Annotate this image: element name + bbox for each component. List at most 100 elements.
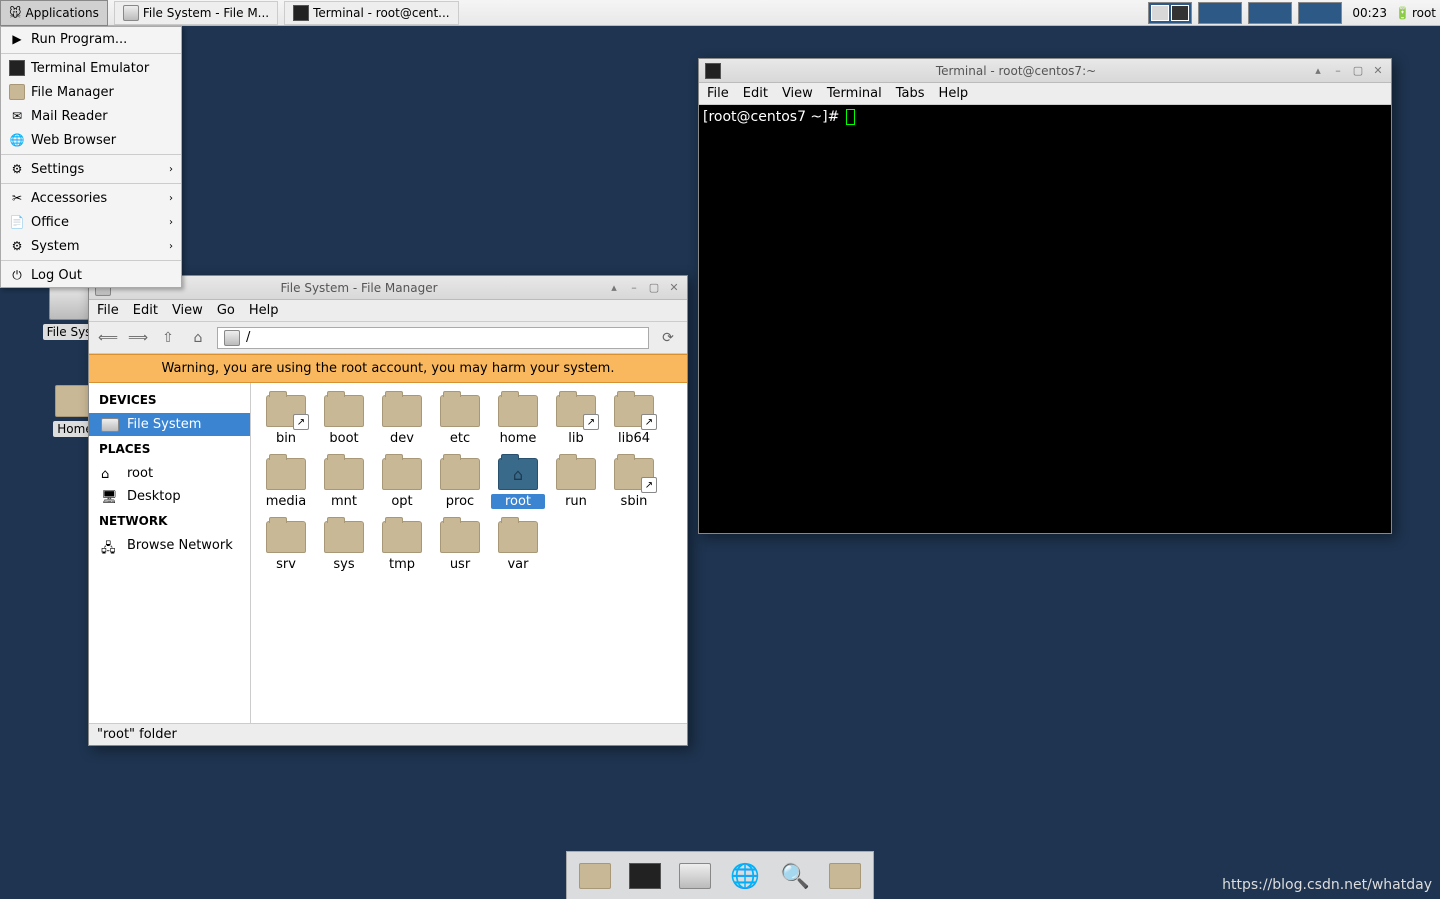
menu-office[interactable]: 📄 Office › (1, 210, 181, 234)
logout-icon: ⏻ (9, 267, 25, 283)
dock-search[interactable]: 🔍 (777, 858, 813, 894)
maximize-button[interactable]: ▢ (647, 281, 661, 295)
folder-icon (266, 458, 306, 490)
sidebar-item-desktop[interactable]: 🖥 Desktop (89, 485, 250, 508)
nav-up-button[interactable]: ⇧ (157, 327, 179, 349)
folder-var[interactable]: var (491, 517, 545, 576)
dock-drive[interactable] (677, 858, 713, 894)
term-menu-view[interactable]: View (782, 86, 813, 101)
chevron-right-icon: › (169, 164, 173, 175)
workspace-4[interactable] (1298, 2, 1342, 24)
fm-menu-go[interactable]: Go (217, 303, 235, 318)
folder-home[interactable]: home (491, 391, 545, 450)
fm-menu-file[interactable]: File (97, 303, 119, 318)
root-warning-text: Warning, you are using the root account,… (162, 361, 615, 376)
term-menu-edit[interactable]: Edit (743, 86, 768, 101)
taskbar-item-filemanager[interactable]: File System - File M... (114, 1, 278, 25)
minimize-button[interactable]: – (1331, 64, 1345, 78)
path-text: / (246, 330, 250, 345)
menu-filemgr-label: File Manager (31, 85, 114, 100)
maximize-button[interactable]: ▢ (1351, 64, 1365, 78)
folder-icon: ↗ (614, 458, 654, 490)
term-titlebar[interactable]: Terminal - root@centos7:~ ▴ – ▢ ✕ (699, 59, 1391, 83)
term-menu-help[interactable]: Help (939, 86, 969, 101)
dock-documents-folder[interactable] (577, 858, 613, 894)
path-entry[interactable]: / (217, 327, 649, 349)
menu-web-browser[interactable]: 🌐 Web Browser (1, 128, 181, 152)
home-icon: ⌂ (101, 467, 119, 481)
folder-lib[interactable]: ↗lib (549, 391, 603, 450)
nav-forward-button[interactable]: ⟹ (127, 327, 149, 349)
term-menu-terminal[interactable]: Terminal (827, 86, 882, 101)
fm-menu-edit[interactable]: Edit (133, 303, 158, 318)
nav-back-button[interactable]: ⟸ (97, 327, 119, 349)
folder-etc[interactable]: etc (433, 391, 487, 450)
folder-mnt[interactable]: mnt (317, 454, 371, 513)
user-menu[interactable]: 🔋 root (1391, 6, 1440, 20)
nav-home-button[interactable]: ⌂ (187, 327, 209, 349)
menu-log-out[interactable]: ⏻ Log Out (1, 263, 181, 287)
folder-media[interactable]: media (259, 454, 313, 513)
folder-tmp[interactable]: tmp (375, 517, 429, 576)
workspace-1[interactable] (1148, 2, 1192, 24)
dock-terminal[interactable] (627, 858, 663, 894)
menu-terminal-emulator[interactable]: Terminal Emulator (1, 56, 181, 80)
menu-file-manager[interactable]: File Manager (1, 80, 181, 104)
fm-file-grid[interactable]: ↗binbootdevetchome↗lib↗lib64mediamntoptp… (251, 383, 687, 723)
close-button[interactable]: ✕ (1371, 64, 1385, 78)
taskbar-label-2: Terminal - root@cent... (313, 6, 449, 20)
sidebar-item-root[interactable]: ⌂ root (89, 462, 250, 485)
taskbar-item-terminal[interactable]: Terminal - root@cent... (284, 1, 458, 25)
applications-menu: ▶ Run Program... Terminal Emulator File … (0, 26, 182, 288)
folder-icon (440, 458, 480, 490)
folder-lib64[interactable]: ↗lib64 (607, 391, 661, 450)
term-menu-file[interactable]: File (707, 86, 729, 101)
folder-proc[interactable]: proc (433, 454, 487, 513)
close-button[interactable]: ✕ (667, 281, 681, 295)
folder-label: lib (549, 431, 603, 446)
taskbar: File System - File M... Terminal - root@… (108, 1, 465, 25)
folder-sbin[interactable]: ↗sbin (607, 454, 661, 513)
folder-opt[interactable]: opt (375, 454, 429, 513)
workspace-3[interactable] (1248, 2, 1292, 24)
folder-usr[interactable]: usr (433, 517, 487, 576)
menu-settings[interactable]: ⚙ Settings › (1, 157, 181, 181)
menu-logout-label: Log Out (31, 268, 82, 283)
folder-run[interactable]: run (549, 454, 603, 513)
menu-mail-reader[interactable]: ✉ Mail Reader (1, 104, 181, 128)
term-menu-tabs[interactable]: Tabs (896, 86, 925, 101)
folder-label: var (491, 557, 545, 572)
bottom-dock: 🌐 🔍 (566, 851, 874, 899)
folder-boot[interactable]: boot (317, 391, 371, 450)
fm-menu-help[interactable]: Help (249, 303, 279, 318)
shade-button[interactable]: ▴ (607, 281, 621, 295)
menu-run-program[interactable]: ▶ Run Program... (1, 27, 181, 51)
clock[interactable]: 00:23 (1348, 6, 1391, 20)
sidebar-item-browse-network[interactable]: 🖧 Browse Network (89, 534, 250, 557)
terminal-content[interactable]: [root@centos7 ~]# (699, 105, 1391, 533)
minimize-button[interactable]: – (627, 281, 641, 295)
folder-bin[interactable]: ↗bin (259, 391, 313, 450)
workspace-switcher[interactable] (1142, 0, 1348, 26)
shade-button[interactable]: ▴ (1311, 64, 1325, 78)
folder-dev[interactable]: dev (375, 391, 429, 450)
folder-icon (382, 395, 422, 427)
sidebar-browse-label: Browse Network (127, 538, 233, 553)
path-icon (224, 330, 240, 346)
globe-icon: 🌐 (9, 132, 25, 148)
folder-root[interactable]: ⌂root (491, 454, 545, 513)
term-title-icon (705, 63, 721, 79)
term-menubar: File Edit View Terminal Tabs Help (699, 83, 1391, 105)
dock-web-browser[interactable]: 🌐 (727, 858, 763, 894)
folder-sys[interactable]: sys (317, 517, 371, 576)
sidebar-item-filesystem[interactable]: File System (89, 413, 250, 436)
menu-system[interactable]: ⚙ System › (1, 234, 181, 258)
dock-folder[interactable] (827, 858, 863, 894)
folder-srv[interactable]: srv (259, 517, 313, 576)
menu-accessories[interactable]: ✂ Accessories › (1, 186, 181, 210)
applications-menu-button[interactable]: 🐭 Applications (0, 0, 108, 26)
workspace-2[interactable] (1198, 2, 1242, 24)
fm-menu-view[interactable]: View (172, 303, 203, 318)
refresh-button[interactable]: ⟳ (657, 327, 679, 349)
menu-mail-label: Mail Reader (31, 109, 108, 124)
